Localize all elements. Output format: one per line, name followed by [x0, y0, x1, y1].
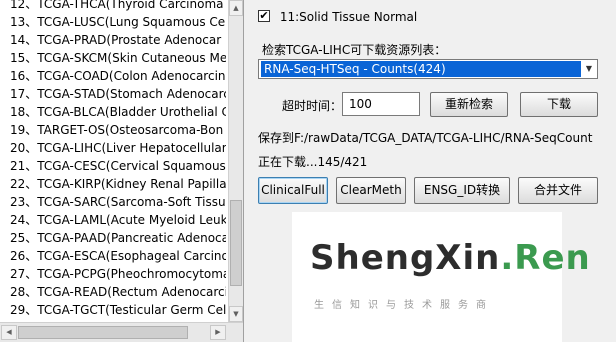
- sample-type-checkbox[interactable]: ✔: [258, 9, 270, 22]
- chevron-down-icon[interactable]: ▼: [581, 60, 597, 78]
- list-item[interactable]: 28、TCGA-READ(Rectum Adenocarci: [10, 283, 226, 301]
- list-item[interactable]: 17、TCGA-STAD(Stomach Adenocarc: [10, 85, 226, 103]
- scroll-thumb-horizontal[interactable]: [18, 326, 188, 339]
- list-item[interactable]: 21、TCGA-CESC(Cervical Squamous: [10, 157, 226, 175]
- download-progress-text: 正在下载...145/421: [258, 155, 368, 169]
- resource-list-label: 检索TCGA-LIHC可下载资源列表：: [262, 43, 447, 57]
- timeout-input[interactable]: 100: [342, 92, 420, 116]
- project-list[interactable]: 12、TCGA-THCA(Thyroid Carcinoma 13、TCGA-L…: [0, 0, 244, 342]
- list-item[interactable]: 27、TCGA-PCPG(Pheochromocytoma: [10, 265, 226, 283]
- list-item[interactable]: 22、TCGA-KIRP(Kidney Renal Papilla: [10, 175, 226, 193]
- list-item[interactable]: 15、TCGA-SKCM(Skin Cutaneous Me: [10, 49, 226, 67]
- list-item[interactable]: 24、TCGA-LAML(Acute Myeloid Leuk: [10, 211, 226, 229]
- scroll-right-icon[interactable]: ▶: [210, 325, 226, 340]
- merge-files-button[interactable]: 合并文件: [518, 177, 598, 204]
- horizontal-scrollbar[interactable]: ◀ ▶: [0, 322, 243, 342]
- resource-selected-value: RNA-Seq-HTSeq - Counts(424): [261, 61, 581, 77]
- brand-logo: ShengXin.Ren: [310, 238, 591, 278]
- save-path-text: 保存到F:/rawData/TCGA_DATA/TCGA-LIHC/RNA-Se…: [258, 131, 593, 145]
- list-item[interactable]: 23、TCGA-SARC(Sarcoma-Soft Tissu: [10, 193, 226, 211]
- brand-banner: ShengXin.Ren 生信知识与技术服务商: [292, 212, 590, 342]
- list-item[interactable]: 13、TCGA-LUSC(Lung Squamous Ce: [10, 13, 226, 31]
- ensg-convert-button[interactable]: ENSG_ID转换: [414, 177, 510, 204]
- list-item[interactable]: 29、TCGA-TGCT(Testicular Germ Cel: [10, 301, 226, 319]
- clear-meth-button[interactable]: ClearMeth: [336, 177, 406, 204]
- scroll-up-icon[interactable]: ▲: [229, 0, 243, 16]
- list-item[interactable]: 19、TARGET-OS(Osteosarcoma-Bon: [10, 121, 226, 139]
- list-item[interactable]: 16、TCGA-COAD(Colon Adenocarcin: [10, 67, 226, 85]
- list-item[interactable]: 12、TCGA-THCA(Thyroid Carcinoma: [10, 0, 226, 13]
- scroll-left-icon[interactable]: ◀: [1, 325, 17, 340]
- list-item[interactable]: 26、TCGA-ESCA(Esophageal Carcino: [10, 247, 226, 265]
- sample-type-option[interactable]: ✔ 11:Solid Tissue Normal: [258, 8, 417, 24]
- list-item[interactable]: 18、TCGA-BLCA(Bladder Urothelial C: [10, 103, 226, 121]
- timeout-label: 超时时间：: [282, 99, 343, 113]
- scroll-down-icon[interactable]: ▼: [229, 306, 243, 322]
- sample-type-label: 11:Solid Tissue Normal: [279, 9, 418, 24]
- scroll-thumb[interactable]: [230, 200, 242, 286]
- list-item[interactable]: 20、TCGA-LIHC(Liver Hepatocellular: [10, 139, 226, 157]
- resource-select[interactable]: RNA-Seq-HTSeq - Counts(424) ▼: [258, 59, 598, 79]
- list-item[interactable]: 25、TCGA-PAAD(Pancreatic Adenoca: [10, 229, 226, 247]
- clinical-full-button[interactable]: ClinicalFull: [258, 177, 328, 204]
- list-item[interactable]: 14、TCGA-PRAD(Prostate Adenocar: [10, 31, 226, 49]
- download-button[interactable]: 下载: [520, 92, 598, 117]
- research-button[interactable]: 重新检索: [430, 92, 508, 117]
- vertical-scrollbar[interactable]: ▲ ▼: [228, 0, 243, 322]
- brand-tagline: 生信知识与技术服务商: [314, 300, 494, 311]
